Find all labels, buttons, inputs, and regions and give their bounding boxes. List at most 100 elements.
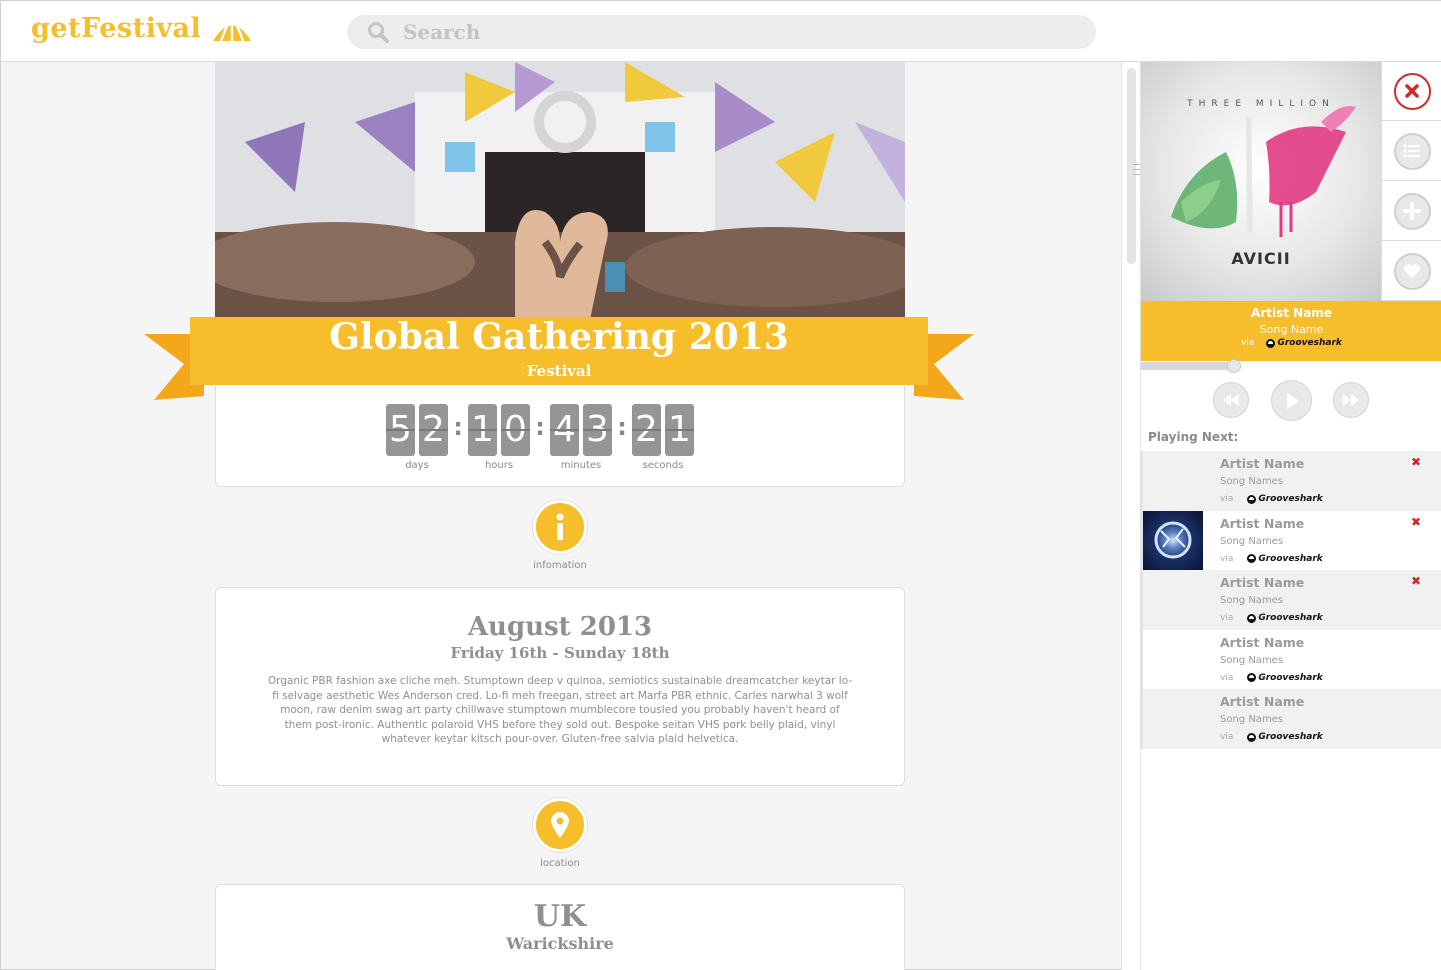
- grooveshark-logo: Grooveshark: [1266, 338, 1342, 348]
- now-playing-bar: Artist Name Song Name via Grooveshark: [1141, 301, 1441, 361]
- fast-forward-icon: [1343, 394, 1359, 406]
- main-content[interactable]: 5 2 days : 1 0 hours : 4 3 minutes: 2 1…: [1, 62, 1121, 970]
- queue-song: Song Names: [1220, 654, 1284, 666]
- queue-song: Song Names: [1220, 535, 1284, 547]
- via-label: via: [1220, 672, 1234, 683]
- via-label: via: [1220, 613, 1234, 624]
- info-title: August 2013: [467, 612, 653, 642]
- info-description: Organic PBR fashion axe cliche meh. Stum…: [267, 675, 853, 745]
- countdown-label: minutes: [560, 460, 602, 471]
- queue-item[interactable]: Artist Name Song Names via Grooveshark ✖: [1143, 451, 1441, 511]
- playlist-button[interactable]: [1382, 122, 1441, 181]
- track-progress[interactable]: [1141, 359, 1441, 373]
- search-bar[interactable]: [347, 15, 1096, 49]
- album-art: THREE MILLION AVICII: [1141, 62, 1381, 301]
- add-button[interactable]: [1382, 182, 1441, 241]
- queue-song: Song Names: [1220, 714, 1284, 726]
- via-label: via: [1220, 553, 1234, 564]
- search-icon: [368, 22, 389, 43]
- location-label: location: [540, 858, 580, 869]
- hero-image: [215, 62, 905, 320]
- grooveshark-icon: [1247, 613, 1257, 623]
- queue-item[interactable]: Artist Name Song Names via Grooveshark ✖: [1143, 570, 1441, 630]
- digit: 1: [665, 404, 694, 456]
- location-country: UK: [533, 899, 587, 934]
- logo-text: getFestival: [31, 13, 202, 44]
- close-player-button[interactable]: [1382, 62, 1441, 121]
- rewind-icon: [1223, 394, 1239, 406]
- plus-icon: [1403, 202, 1421, 220]
- now-playing-song: Song Name: [1259, 323, 1324, 336]
- progress-fill: [1141, 362, 1235, 370]
- queue-artist: Artist Name: [1220, 456, 1305, 471]
- queue-artist: Artist Name: [1220, 515, 1305, 531]
- information-button[interactable]: [533, 500, 587, 554]
- digit: 3: [583, 404, 612, 456]
- favorite-button[interactable]: [1382, 242, 1441, 301]
- logo[interactable]: getFestival: [31, 13, 253, 44]
- queue-item[interactable]: Artist Name Song Names via Grooveshark ✖: [1143, 510, 1441, 571]
- play-icon: [1286, 392, 1299, 409]
- heart-icon: [1404, 264, 1420, 278]
- fast-forward-button[interactable]: [1333, 382, 1369, 418]
- player-side-buttons: [1381, 62, 1441, 301]
- event-title: Global Gathering 2013: [329, 316, 789, 358]
- location-card: UK Warickshire: [215, 884, 905, 970]
- grooveshark-logo: Grooveshark: [1247, 732, 1323, 742]
- queue-album-art: [1143, 510, 1203, 570]
- grooveshark-icon: [1247, 554, 1257, 564]
- grooveshark-logo: Grooveshark: [1247, 613, 1323, 624]
- information-label: infomation: [533, 560, 587, 571]
- grooveshark-logo: Grooveshark: [1247, 672, 1323, 683]
- via-label: via: [1241, 338, 1255, 348]
- queue-artist: Artist Name: [1220, 575, 1305, 591]
- countdown-seconds: 2 1 seconds: [632, 404, 694, 471]
- grooveshark-icon: [1247, 494, 1257, 504]
- countdown-label: hours: [484, 460, 514, 471]
- countdown-label: days: [405, 460, 429, 471]
- location-button[interactable]: [533, 798, 587, 852]
- grip-icon: [1133, 164, 1140, 175]
- queue-song: Song Names: [1220, 476, 1284, 487]
- separator: :: [617, 413, 627, 441]
- main-scrollbar[interactable]: [1121, 62, 1141, 970]
- album-band-text: THREE MILLION: [1186, 99, 1335, 109]
- progress-handle[interactable]: [1227, 359, 1242, 373]
- app-window: getFestival Search 5 2 days: 1 0 hours …: [0, 0, 1441, 970]
- grooveshark-text: Grooveshark: [1258, 553, 1323, 564]
- digit: 2: [632, 404, 661, 456]
- digit: 5: [386, 404, 415, 456]
- queue-artist: Artist Name: [1220, 634, 1305, 650]
- separator: :: [453, 413, 463, 441]
- digit: 2: [419, 404, 448, 456]
- grooveshark-icon: [1266, 338, 1276, 348]
- album-artist-text: AVICII: [1231, 249, 1290, 268]
- digit: 1: [468, 404, 497, 456]
- close-icon: [1405, 84, 1419, 98]
- remove-from-queue-icon[interactable]: ✖: [1411, 574, 1421, 588]
- play-button[interactable]: [1271, 380, 1312, 421]
- countdown-hours: 1 0 hours: [468, 404, 530, 471]
- playback-controls: [1213, 380, 1373, 422]
- play-queue: Artist Name Song Names via Grooveshark ✖…: [1141, 451, 1441, 749]
- grooveshark-text: Grooveshark: [1258, 672, 1323, 683]
- grooveshark-text: Grooveshark: [1277, 338, 1342, 348]
- queue-item[interactable]: Artist Name Song Names via Grooveshark: [1143, 689, 1441, 749]
- remove-from-queue-icon[interactable]: ✖: [1411, 515, 1421, 529]
- location-region: Warickshire: [506, 934, 614, 953]
- event-title-banner: Global Gathering 2013 Festival: [144, 314, 974, 404]
- scrollbar-thumb[interactable]: [1127, 68, 1140, 264]
- remove-from-queue-icon[interactable]: ✖: [1411, 455, 1421, 469]
- via-label: via: [1220, 732, 1234, 743]
- countdown-minutes: 4 3 minutes: [550, 404, 612, 471]
- queue-item[interactable]: Artist Name Song Names via Grooveshark: [1143, 630, 1441, 690]
- playing-next-heading: Playing Next:: [1148, 430, 1239, 444]
- grooveshark-icon: [1247, 673, 1257, 683]
- queue-song: Song Names: [1220, 595, 1284, 607]
- queue-artist: Artist Name: [1220, 694, 1305, 710]
- search-input[interactable]: [403, 17, 1063, 47]
- digit: 4: [550, 404, 579, 456]
- grooveshark-text: Grooveshark: [1258, 613, 1323, 624]
- map-pin-icon: [551, 812, 569, 838]
- rewind-button[interactable]: [1213, 382, 1249, 418]
